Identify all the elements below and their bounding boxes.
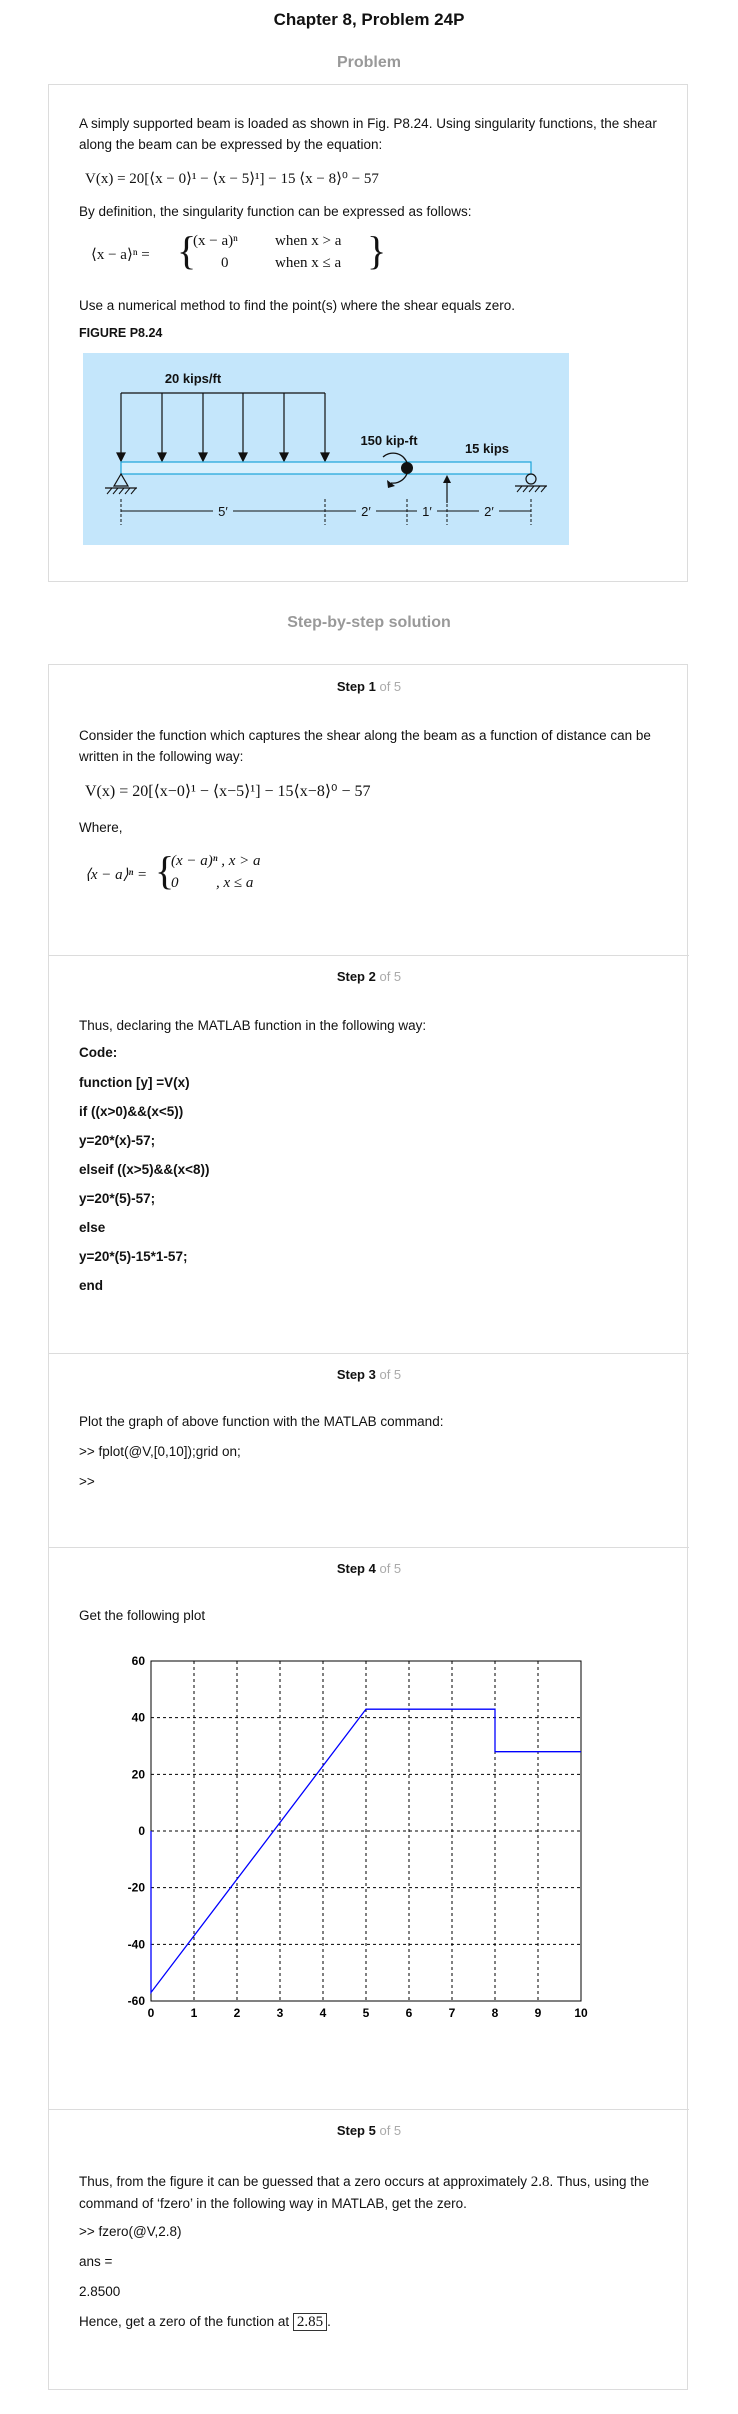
- step-1-definition: ⟨x − a⟩ⁿ = { (x − a)ⁿ , x > a 0 , x ≤ a: [85, 848, 261, 893]
- fzero-command: >> fzero(@V,2.8): [79, 2224, 182, 2239]
- step-3-prompt: >>: [79, 1474, 95, 1489]
- x-tick-label: 2: [234, 2006, 241, 2020]
- y-tick-label: -40: [128, 1937, 146, 1951]
- step-4-title: Step 4 of 5: [336, 1561, 402, 1576]
- step-1-title: Step 1 of 5: [336, 679, 402, 694]
- singularity-definition: ⟨x − a⟩ⁿ = { (x − a)ⁿ when x > a 0 when …: [91, 228, 411, 279]
- right-brace: }: [367, 228, 387, 273]
- step-1-where: Where,: [79, 820, 123, 835]
- step-3-title: Step 3 of 5: [336, 1367, 402, 1382]
- y-tick-label: 0: [138, 1824, 145, 1838]
- x-tick-label: 10: [574, 2006, 588, 2020]
- dim-label-4: 2′: [484, 504, 494, 519]
- x-tick-label: 8: [492, 2006, 499, 2020]
- code-line: elseif ((x>5)&&(x<8)): [79, 1162, 210, 1177]
- beam: [120, 461, 532, 475]
- x-tick-label: 4: [320, 2006, 327, 2020]
- problem-task: Use a numerical method to find the point…: [79, 298, 515, 313]
- dim-label-2: 2′: [361, 504, 371, 519]
- problem-heading: Problem: [336, 54, 401, 71]
- beam-figure: 20 kips/ft 150 kip-ft 15 kips 5′ 2′ 1′ 2…: [83, 353, 569, 545]
- step-5-conclusion: Hence, get a zero of the function at 2.8…: [79, 2313, 331, 2331]
- x-tick-label: 7: [449, 2006, 456, 2020]
- x-tick-label: 1: [191, 2006, 198, 2020]
- problem-intro: A simply supported beam is loaded as sho…: [79, 116, 657, 152]
- y-tick-label: -20: [128, 1881, 146, 1895]
- step-3-text: Plot the graph of above function with th…: [79, 1414, 444, 1429]
- x-tick-label: 3: [277, 2006, 284, 2020]
- page-title: Chapter 8, Problem 24P: [273, 10, 465, 29]
- moment-label: 150 kip-ft: [360, 433, 418, 448]
- code-line: if ((x>0)&&(x<5)): [79, 1104, 184, 1119]
- code-label: Code:: [79, 1045, 118, 1060]
- x-tick-label: 5: [363, 2006, 370, 2020]
- distributed-load-label: 20 kips/ft: [165, 371, 222, 386]
- code-line: end: [79, 1278, 104, 1293]
- step-1-text: Consider the function which captures the…: [79, 728, 651, 764]
- ans-label: ans =: [79, 2254, 113, 2269]
- approx-value: 2.8: [530, 2174, 550, 2190]
- x-tick-label: 0: [148, 2006, 155, 2020]
- step-5-text: Thus, from the figure it can be guessed …: [79, 2174, 650, 2211]
- x-tick-label: 6: [406, 2006, 413, 2020]
- result-box: 2.85: [292, 2313, 328, 2331]
- figure-label: FIGURE P8.24: [79, 326, 163, 340]
- code-line: y=20*(5)-57;: [79, 1191, 156, 1206]
- step-5-title: Step 5 of 5: [336, 2123, 402, 2138]
- point-load-label: 15 kips: [465, 441, 509, 456]
- y-tick-label: 40: [132, 1711, 146, 1725]
- def-lhs: ⟨x − a⟩ⁿ =: [91, 247, 150, 263]
- dim-label-1: 5′: [218, 504, 228, 519]
- def-case1-expr: (x − a)ⁿ: [193, 233, 238, 249]
- y-tick-label: 60: [132, 1654, 146, 1668]
- y-tick-label: 20: [132, 1767, 146, 1781]
- step-4-text: Get the following plot: [79, 1608, 206, 1623]
- y-tick-label: -60: [128, 1994, 146, 2008]
- def-case2-cond: when x ≤ a: [275, 255, 342, 271]
- def-case2-expr: 0: [221, 255, 229, 271]
- x-tick-label: 9: [535, 2006, 542, 2020]
- ans-value: 2.8500: [79, 2284, 121, 2299]
- code-line: y=20*(5)-15*1-57;: [79, 1249, 188, 1264]
- dim-label-3: 1′: [422, 504, 432, 519]
- step-2-text: Thus, declaring the MATLAB function in t…: [79, 1018, 427, 1033]
- definition-text: By definition, the singularity function …: [79, 204, 472, 219]
- step-1-equation: V(x) = 20[⟨x−0⟩¹ − ⟨x−5⟩¹] − 15⟨x−8⟩⁰ − …: [85, 783, 371, 800]
- solution-card: Step 1 of 5 Consider the function which …: [48, 664, 689, 2390]
- step-2-title: Step 2 of 5: [336, 969, 402, 984]
- code-line: else: [79, 1220, 106, 1235]
- code-line: y=20*(x)-57;: [79, 1133, 156, 1148]
- step-3-command: >> fplot(@V,[0,10]);grid on;: [79, 1444, 241, 1459]
- problem-card: A simply supported beam is loaded as sho…: [48, 84, 688, 582]
- def-case1-cond: when x > a: [275, 233, 342, 249]
- moment-point: [401, 462, 413, 474]
- problem-equation: V(x) = 20[⟨x − 0⟩¹ − ⟨x − 5⟩¹] − 15 ⟨x −…: [85, 171, 379, 187]
- shear-plot: 0 1 2 3 4 5 6 7 8 9 10 60 40 20 0 -20 -40 -60: [128, 1654, 588, 2020]
- solution-heading: Step-by-step solution: [287, 614, 451, 631]
- code-line: function [y] =V(x): [79, 1075, 190, 1090]
